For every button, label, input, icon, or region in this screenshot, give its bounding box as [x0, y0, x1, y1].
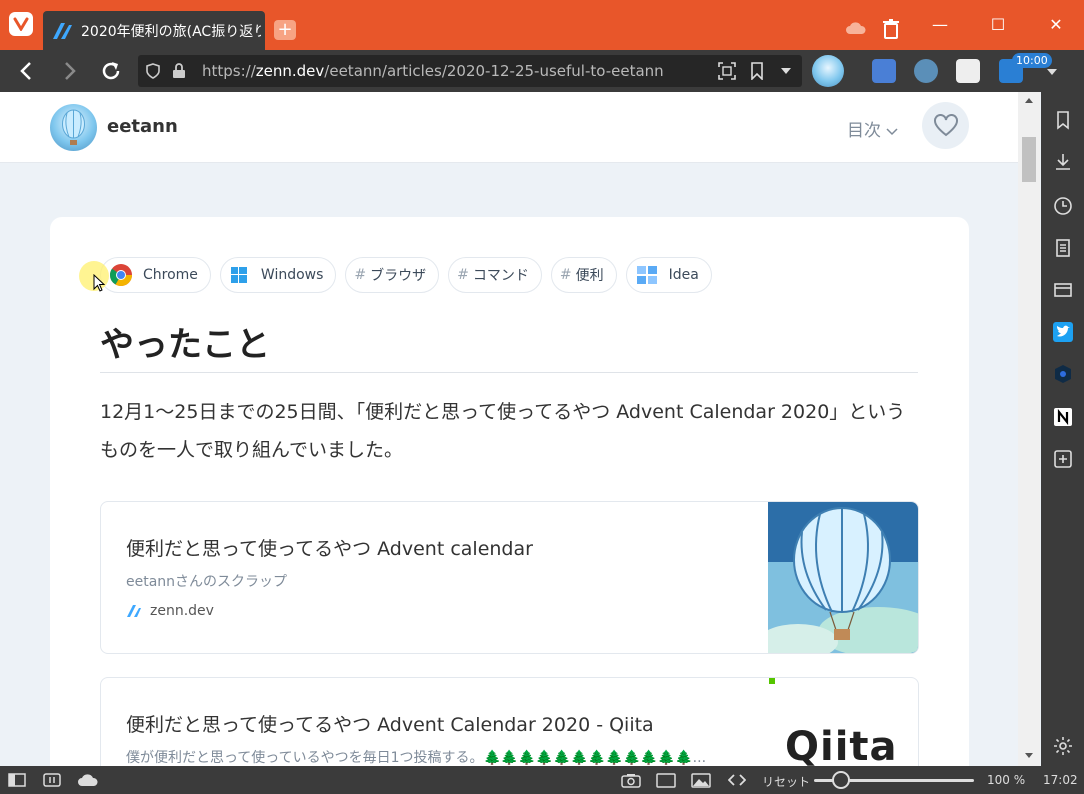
clock-badge: 10:00 [1012, 53, 1052, 68]
panel-notion-icon[interactable] [1053, 407, 1073, 427]
vivaldi-menu-button[interactable] [9, 12, 33, 36]
tab-title: 2020年便利の旅(AC振り返り) [81, 23, 261, 40]
tab-tiling-icon[interactable] [43, 773, 61, 787]
tag-browser[interactable]: # ブラウザ [345, 257, 440, 293]
tag-command[interactable]: # コマンド [448, 257, 542, 293]
scroll-up-icon[interactable] [1024, 97, 1034, 104]
zenn-icon [127, 605, 141, 617]
vertical-scrollbar[interactable] [1018, 92, 1040, 766]
idea-icon [636, 266, 657, 284]
zenn-favicon-icon [53, 22, 72, 39]
new-tab-button[interactable]: + [274, 20, 296, 40]
scrollbar-thumb[interactable] [1022, 137, 1036, 182]
url-text[interactable]: https://zenn.dev/eetann/articles/2020-12… [202, 62, 664, 80]
capture-icon[interactable] [621, 773, 641, 788]
like-button[interactable] [922, 102, 969, 149]
navigation-bar: https://zenn.dev/eetann/articles/2020-12… [0, 50, 1084, 92]
qr-code-icon[interactable] [718, 62, 736, 80]
zoom-reset-button[interactable]: リセット [762, 773, 810, 790]
extensions-chevron-icon[interactable] [1046, 68, 1058, 76]
cloud-sync-icon[interactable] [845, 21, 867, 35]
sync-cloud-icon[interactable] [77, 774, 99, 787]
qiita-logo: Qiita [785, 724, 898, 766]
side-panel [1041, 92, 1084, 766]
panel-toggle-icon[interactable] [8, 773, 26, 787]
lock-icon[interactable] [172, 63, 186, 79]
profile-avatar[interactable] [812, 55, 844, 87]
chrome-icon [110, 264, 132, 286]
heading-divider [100, 372, 918, 373]
tag-chrome[interactable]: Chrome [100, 257, 211, 293]
panel-notes-icon[interactable] [1053, 238, 1073, 258]
images-toggle-icon[interactable] [691, 773, 711, 788]
link-card-description: eetannさんのスクラップ [126, 574, 288, 590]
article-header: eetann 目次 [0, 92, 1018, 163]
shield-icon[interactable] [146, 63, 160, 79]
zoom-slider[interactable] [814, 771, 974, 789]
section-heading: やったこと [100, 325, 270, 365]
page-viewport: eetann 目次 Chrome Windows # ブラウザ # コマンド #… [0, 92, 1018, 766]
hash-icon: # [559, 267, 572, 283]
toc-button[interactable]: 目次 [847, 116, 898, 141]
tag-list: Chrome Windows # ブラウザ # コマンド # 便利 Idea [100, 257, 712, 295]
panel-downloads-icon[interactable] [1053, 152, 1073, 172]
title-bar: 2020年便利の旅(AC振り返り) + — ☐ ✕ [0, 0, 1084, 50]
panel-bookmarks-icon[interactable] [1053, 110, 1073, 130]
panel-deepl-icon[interactable] [1053, 364, 1073, 384]
panel-settings-icon[interactable] [1053, 736, 1073, 756]
page-tiling-icon[interactable] [656, 773, 676, 788]
page-actions-icon[interactable] [728, 774, 746, 786]
panel-history-icon[interactable] [1053, 196, 1073, 216]
panel-window-icon[interactable] [1053, 280, 1073, 300]
qiita-accent [769, 678, 775, 684]
tag-useful[interactable]: # 便利 [550, 257, 617, 293]
link-card-title: 便利だと思って使ってるやつ Advent calendar [126, 538, 533, 560]
reading-extension-icon[interactable] [956, 59, 980, 83]
hash-icon: # [457, 267, 469, 283]
bookmark-icon[interactable] [750, 62, 764, 80]
windows-icon [230, 267, 247, 283]
vivaldi-logo-icon [13, 17, 29, 31]
scroll-down-icon[interactable] [1024, 752, 1034, 759]
link-card-description: 僕が便利だと思って使っているやつを毎日1つ投稿する。🌲🌲🌲🌲🌲🌲🌲🌲🌲🌲🌲🌲..… [126, 750, 707, 766]
balloon-avatar-icon [62, 109, 85, 145]
back-icon[interactable] [14, 58, 40, 84]
tag-idea[interactable]: Idea [625, 257, 712, 293]
chevron-down-icon[interactable] [780, 67, 792, 75]
reload-icon[interactable] [98, 58, 124, 84]
trash-icon[interactable] [882, 19, 900, 39]
minimize-button[interactable]: — [920, 12, 960, 38]
zoom-slider-handle[interactable] [832, 771, 851, 789]
balloon-thumbnail-icon [768, 502, 918, 653]
author-avatar[interactable] [50, 104, 97, 151]
link-card-zenn[interactable]: 便利だと思って使ってるやつ Advent calendar eetannさんのス… [100, 501, 919, 654]
link-card-site: zenn.dev [126, 603, 214, 619]
article-card: Chrome Windows # ブラウザ # コマンド # 便利 Idea や… [50, 217, 969, 766]
link-card-qiita[interactable]: 便利だと思って使ってるやつ Advent Calendar 2020 - Qii… [100, 677, 919, 766]
tag-windows[interactable]: Windows [219, 257, 337, 293]
status-clock: 17:02 [1043, 773, 1078, 787]
intro-paragraph: 12月1〜25日までの25日間、「便利だと思って使ってるやつ Advent Ca… [100, 401, 906, 461]
zoom-level: 100 % [987, 773, 1026, 787]
address-bar[interactable]: https://zenn.dev/eetann/articles/2020-12… [138, 55, 802, 87]
maximize-button[interactable]: ☐ [978, 12, 1018, 38]
heart-icon [933, 113, 958, 136]
hash-icon: # [354, 267, 367, 283]
mouse-cursor-icon [93, 274, 105, 292]
panel-twitter-icon[interactable] [1053, 322, 1073, 342]
author-name[interactable]: eetann [107, 116, 178, 137]
close-button[interactable]: ✕ [1036, 12, 1076, 38]
vivaldi-extension-icon[interactable] [914, 59, 938, 83]
forward-icon[interactable] [56, 58, 82, 84]
status-bar: リセット 100 % 17:02 [0, 766, 1084, 794]
translate-extension-icon[interactable] [872, 59, 896, 83]
link-card-title: 便利だと思って使ってるやつ Advent Calendar 2020 - Qii… [126, 714, 654, 736]
panel-add-icon[interactable] [1053, 449, 1073, 469]
active-tab[interactable]: 2020年便利の旅(AC振り返り) [43, 11, 265, 50]
toc-chevron-icon [886, 128, 898, 136]
